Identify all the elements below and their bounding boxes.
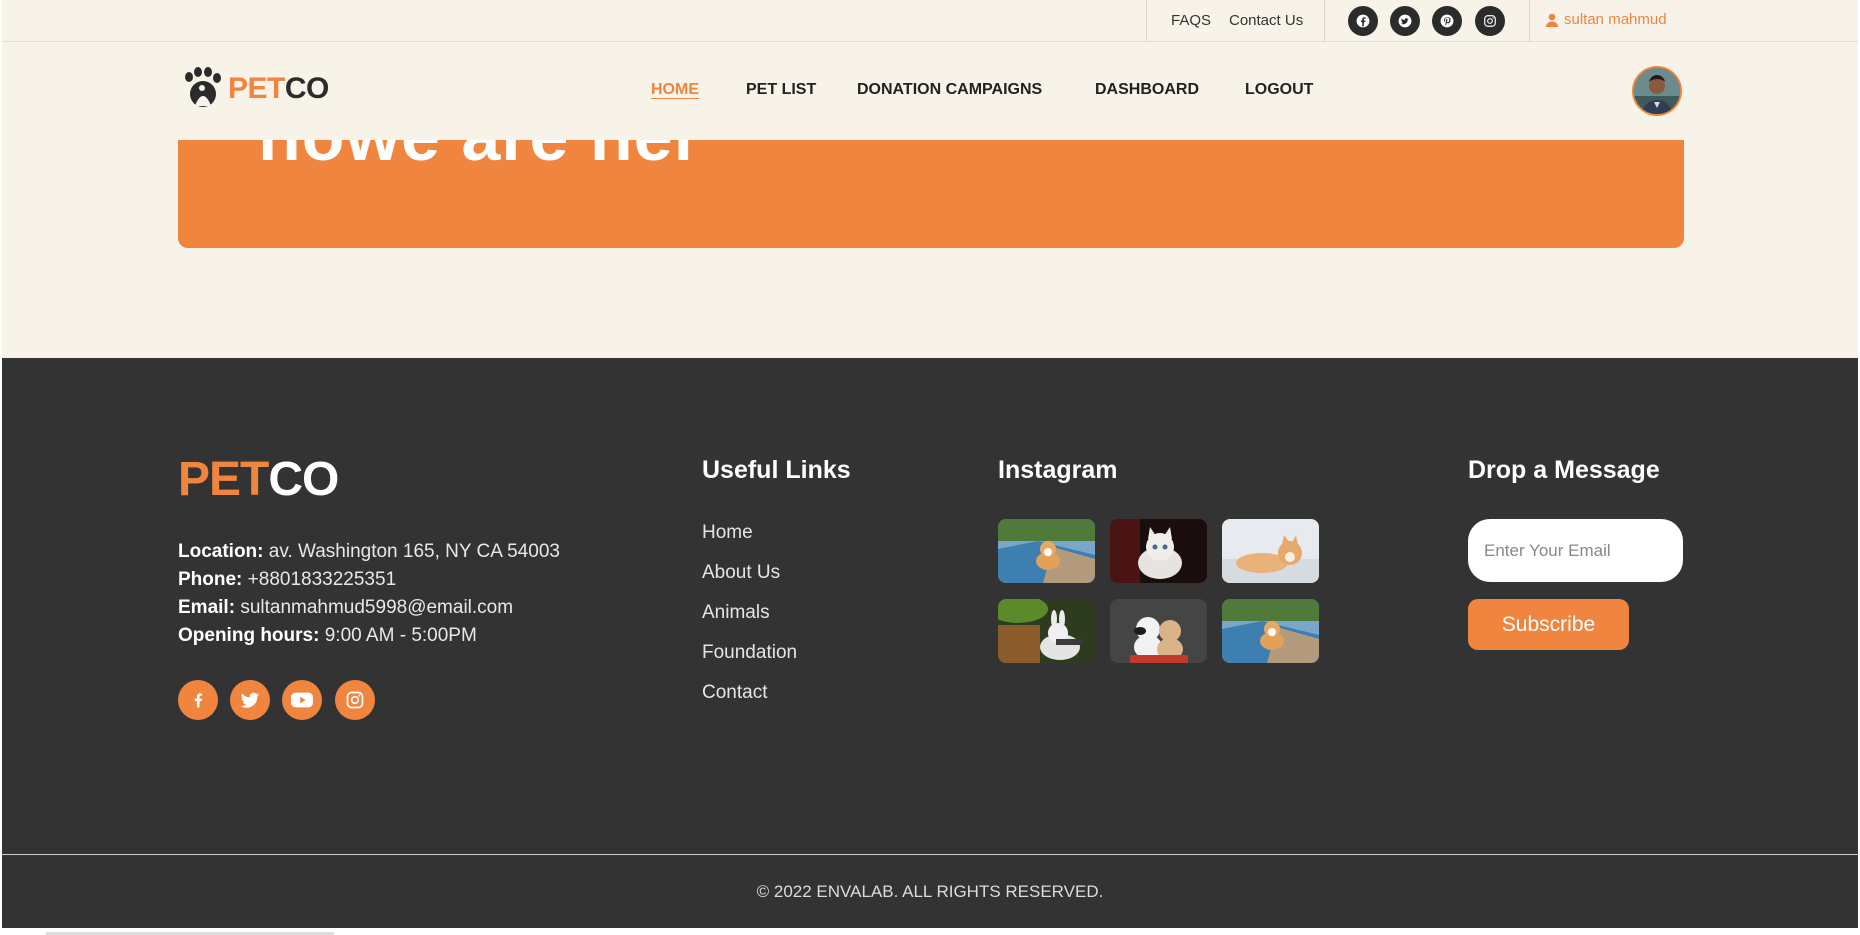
subscribe-button[interactable]: Subscribe [1468, 599, 1629, 650]
info-email: Email: sultanmahmud5998@email.com [178, 597, 514, 618]
logo-text: PETCO [228, 72, 329, 105]
copyright-text: © 2022 ENVALAB. ALL RIGHTS RESERVED. [756, 882, 1104, 901]
facebook-icon[interactable] [178, 680, 218, 720]
nav-dashboard[interactable]: DASHBOARD [1095, 81, 1199, 99]
footer-divider [2, 854, 1858, 855]
footer-logo[interactable]: PETCO [178, 452, 339, 507]
footer-link-home[interactable]: Home [702, 522, 753, 544]
nav-donation-campaigns[interactable]: DONATION CAMPAIGNS [857, 81, 1042, 99]
nav-home[interactable]: HOME [651, 81, 699, 99]
banner-heading-cropped: nowe are ner [258, 140, 702, 176]
useful-links-heading: Useful Links [702, 456, 851, 484]
footer-link-foundation[interactable]: Foundation [702, 642, 797, 664]
user-name: sultan mahmud [1564, 11, 1667, 28]
instagram-photo-puppies[interactable] [1110, 599, 1207, 663]
nav-pet-list[interactable]: PET LIST [746, 81, 816, 99]
footer-link-about-us[interactable]: About Us [702, 562, 780, 584]
youtube-icon[interactable] [282, 680, 322, 720]
top-bar-divider [1324, 0, 1325, 42]
main-nav: PETCO HOME PET LIST DONATION CAMPAIGNS D… [2, 42, 1858, 140]
info-opening-hours: Opening hours: 9:00 AM - 5:00PM [178, 625, 477, 646]
contact-info: Location: av. Washington 165, NY CA 5400… [178, 538, 560, 650]
instagram-photo-corgi[interactable] [998, 519, 1095, 583]
drop-message-heading: Drop a Message [1468, 456, 1660, 484]
top-bar-divider [1146, 0, 1147, 42]
email-input[interactable] [1468, 519, 1683, 582]
facebook-icon[interactable] [1348, 6, 1378, 36]
twitter-icon[interactable] [1390, 6, 1420, 36]
info-phone: Phone: +8801833225351 [178, 569, 397, 590]
paw-logo-icon [185, 67, 221, 107]
instagram-icon[interactable] [335, 680, 375, 720]
user-icon [1546, 13, 1558, 27]
instagram-photo-shiba[interactable] [1222, 519, 1319, 583]
hero-banner: nowe are ner [178, 140, 1684, 248]
top-bar: FAQS Contact Us sultan mahmud [2, 0, 1858, 42]
instagram-icon[interactable] [1475, 6, 1505, 36]
nav-logout[interactable]: LOGOUT [1245, 81, 1313, 99]
contact-us-link[interactable]: Contact Us [1229, 12, 1303, 29]
instagram-heading: Instagram [998, 456, 1118, 484]
page: FAQS Contact Us sultan mahmud PETCO HOME… [2, 0, 1858, 928]
footer: PETCO Location: av. Washington 165, NY C… [2, 358, 1858, 928]
pinterest-icon[interactable] [1432, 6, 1462, 36]
avatar[interactable] [1632, 66, 1682, 116]
logo[interactable]: PETCO [180, 66, 329, 112]
footer-link-animals[interactable]: Animals [702, 602, 770, 624]
twitter-icon[interactable] [230, 680, 270, 720]
instagram-photo-corgi-2[interactable] [1222, 599, 1319, 663]
faqs-link[interactable]: FAQS [1171, 12, 1211, 29]
instagram-photo-rabbit[interactable] [998, 599, 1095, 663]
top-bar-divider [1529, 0, 1530, 42]
user-menu[interactable]: sultan mahmud [1546, 11, 1667, 28]
instagram-photo-kitten[interactable] [1110, 519, 1207, 583]
footer-link-contact[interactable]: Contact [702, 682, 767, 704]
info-location: Location: av. Washington 165, NY CA 5400… [178, 541, 560, 562]
